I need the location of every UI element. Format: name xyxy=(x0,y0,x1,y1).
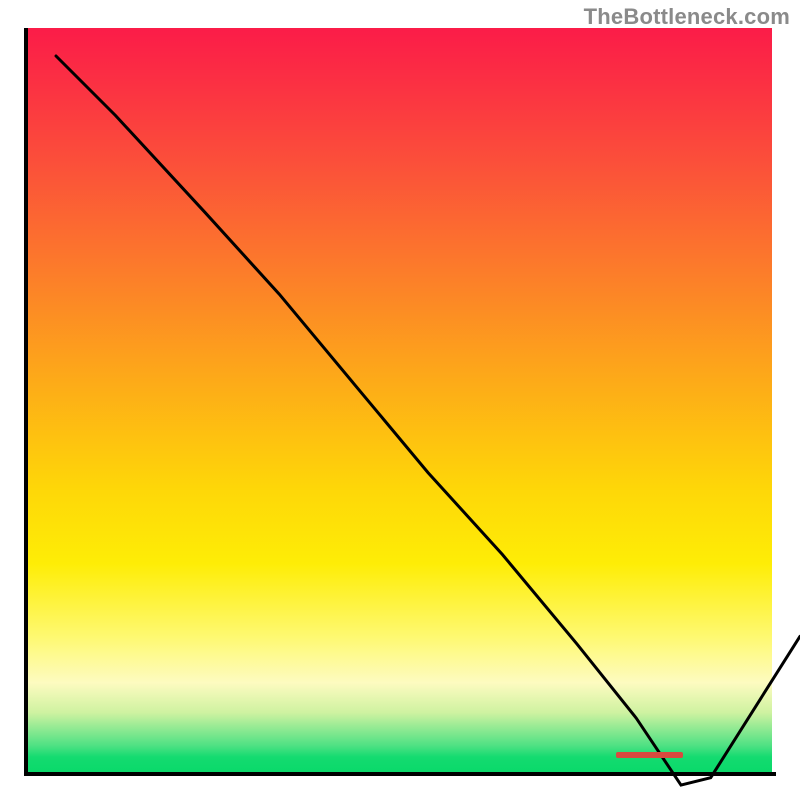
watermark-text: TheBottleneck.com xyxy=(584,4,790,30)
optimal-range-marker xyxy=(616,752,683,758)
line-series xyxy=(56,56,800,800)
chart-container: { "watermark": "TheBottleneck.com", "cha… xyxy=(0,0,800,800)
plot-area xyxy=(28,28,772,772)
y-axis xyxy=(24,28,28,776)
bottleneck-curve-path xyxy=(56,56,800,785)
x-axis xyxy=(24,772,776,776)
